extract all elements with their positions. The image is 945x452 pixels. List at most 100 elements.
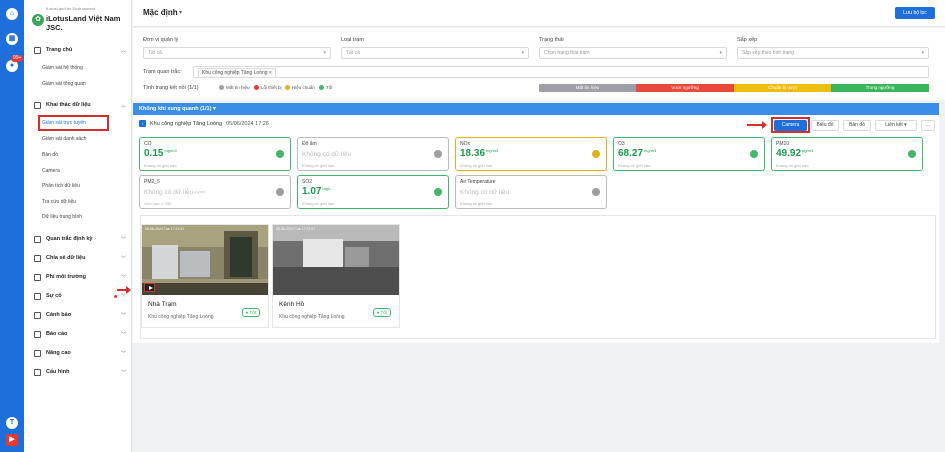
station-name[interactable]: Khu công nghiệp Tăng Loòng: [150, 121, 222, 127]
station-type-label: Loại trạm: [341, 37, 364, 43]
page-header: Mặc định ▾ Lưu bộ lọc: [133, 0, 945, 27]
youtube-icon[interactable]: ▶: [6, 434, 18, 446]
sensor-value: 68.27mg/m3: [618, 148, 657, 159]
station-filter-select[interactable]: Khu công nghiệp Tăng Loòng ×: [193, 66, 929, 78]
camera-card[interactable]: 05-06-2024 Tue 17:21:57 Kênh Hồ Khu công…: [272, 224, 400, 328]
save-filter-button[interactable]: Lưu bộ lọc: [895, 7, 935, 19]
station-filter-label: Trạm quan trắc:: [143, 69, 182, 75]
camera-preview[interactable]: 05-06-2024 Tue 17:21:57: [142, 225, 268, 295]
chevron-down-icon: ﹀: [120, 255, 126, 262]
sensor-limit: Không có giới hạn: [144, 163, 177, 168]
camera-area: 05-06-2024 Tue 17:21:57 Nhà Trạm Khu côn…: [140, 215, 936, 339]
nav-group-fee[interactable]: Phí môi trường ﹀: [34, 272, 126, 282]
user-avatar[interactable]: T: [6, 417, 18, 429]
periodic-icon: [34, 235, 41, 243]
red-dot-icon: [254, 85, 259, 90]
sensor-card[interactable]: O3 68.27mg/m3 Không có giới hạn: [613, 137, 765, 171]
nav-group-periodic[interactable]: Quan trắc định kỳ ﹀: [34, 234, 126, 244]
sensor-value: 49.92µg/m3: [776, 148, 814, 159]
sensor-card[interactable]: Air Temperature Không có dữ liệu Không có …: [455, 175, 607, 209]
share-icon: [34, 254, 41, 262]
left-rail: ⌂ ▦ ● 99+ T ▶: [0, 0, 24, 452]
nav-group-incident[interactable]: Sự cố ﹀: [34, 291, 126, 301]
sensor-name: O3: [618, 141, 625, 147]
panel-header[interactable]: Không khí xung quanh (1/1) ▾: [133, 103, 939, 115]
station-time: 05/06/2024 17:26: [226, 120, 269, 127]
nav-item-list-monitor[interactable]: Giám sát danh sách: [42, 136, 86, 142]
chevron-down-icon: ﹀: [120, 369, 126, 376]
station-row: i Khu công nghiệp Tăng Loòng 05/06/2024 …: [139, 120, 269, 127]
map-button[interactable]: Bản đồ: [843, 120, 871, 131]
highlight-box-camera: [771, 117, 810, 133]
camera-status-badge: ● Tốt: [241, 308, 260, 317]
station-tag[interactable]: Khu công nghiệp Tăng Loòng ×: [198, 68, 276, 78]
nav-group-config[interactable]: Cấu hình ﹀: [34, 367, 126, 377]
sort-select[interactable]: Sắp xếp theo tình trạng ▾: [737, 47, 929, 59]
sensor-card[interactable]: CO 0.15mg/m3 Không có giới hạn: [139, 137, 291, 171]
sensor-unit: µg/m3: [194, 189, 206, 194]
sensor-name: Air Temperature: [460, 179, 496, 185]
sensor-card[interactable]: SO2 1.07mg/L Không có giới hạn: [297, 175, 449, 209]
camera-card[interactable]: 05-06-2024 Tue 17:21:57 Nhà Trạm Khu côn…: [141, 224, 269, 328]
link-button[interactable]: Liên kết ▾: [875, 120, 917, 131]
nav-group-home[interactable]: Trang chủ ︿: [34, 45, 126, 55]
grid-icon[interactable]: ▦: [6, 33, 18, 45]
sensor-limit: Không có giới hạn: [460, 201, 493, 206]
chevron-down-icon: ﹀: [120, 274, 126, 281]
sensor-card[interactable]: PM10 49.92µg/m3 Không có giới hạn: [771, 137, 923, 171]
station-panel: Không khí xung quanh (1/1) ▾ i Khu công …: [133, 103, 939, 343]
status-bar-within-limit: Trong ngưỡng: [831, 84, 929, 92]
nav-group-warning[interactable]: Cảnh báo ﹀: [34, 310, 126, 320]
sensor-value: Không có dữ liệuµg/m3: [144, 189, 206, 196]
nav-group-advanced[interactable]: Nâng cao ﹀: [34, 348, 126, 358]
sensor-card[interactable]: NOx 18.36mg/m3 Không có giới hạn: [455, 137, 607, 171]
brand-subtitle: iLotusLand for Environment: [46, 6, 95, 11]
chevron-down-icon: ﹀: [120, 331, 126, 338]
nav-item-average[interactable]: Dữ liệu trung bình: [42, 214, 82, 220]
nav-item-analysis[interactable]: Phân tích dữ liệu: [42, 183, 80, 189]
notification-badge: 99+: [11, 55, 24, 62]
video-controls: [142, 283, 268, 295]
play-icon[interactable]: [144, 283, 155, 292]
chevron-down-icon: ▾: [719, 50, 722, 56]
chevron-up-icon: ︿: [120, 47, 126, 54]
sensor-value: 18.36mg/m3: [460, 148, 499, 159]
sensor-card[interactable]: Độ ẩm Không có dữ liệu Không có giới hạn: [297, 137, 449, 171]
station-type-select[interactable]: Tất cả ▾: [341, 47, 529, 59]
more-button[interactable]: ...: [921, 120, 935, 131]
red-arrow-icon: [117, 286, 131, 294]
nav-group-data[interactable]: Khai thác dữ liệu ︿: [34, 100, 126, 110]
chevron-down-icon[interactable]: ▾: [179, 9, 182, 16]
chevron-down-icon: ▾: [323, 50, 326, 56]
incident-icon: [34, 292, 41, 300]
camera-title: Kênh Hồ: [279, 301, 305, 308]
nav-item-map[interactable]: Bản đồ: [42, 152, 58, 158]
nav-item-lookup[interactable]: Tra cứu dữ liệu: [42, 199, 76, 205]
nav-item-overview-monitor[interactable]: Giám sát tổng quan: [42, 81, 86, 87]
nav-group-share[interactable]: Chia sẻ dữ liệu ﹀: [34, 253, 126, 263]
gray-dot-icon: [219, 85, 224, 90]
sensor-value: 1.07mg/L: [302, 186, 332, 197]
green-dot-icon: [319, 85, 324, 90]
camera-location: Khu công nghiệp Tăng Loòng: [279, 314, 345, 320]
nav-item-system-monitor[interactable]: Giám sát hệ thống: [42, 65, 83, 71]
management-unit-select[interactable]: Tất cả ▾: [143, 47, 331, 59]
home-icon: [34, 46, 41, 54]
status-bar-lost-signal: Mất tín hiệu: [539, 84, 636, 92]
nav-item-camera[interactable]: Camera: [42, 168, 60, 174]
home-icon[interactable]: ⌂: [6, 8, 18, 20]
data-icon: [34, 101, 41, 109]
status-bar-near-exceed: Chuẩn bị vượt: [734, 84, 831, 92]
chart-button[interactable]: Biểu đồ: [811, 120, 839, 131]
camera-preview[interactable]: 05-06-2024 Tue 17:21:57: [273, 225, 399, 295]
chevron-up-icon: ︿: [120, 102, 126, 109]
chevron-down-icon: ﹀: [120, 236, 126, 243]
status-select[interactable]: Chọn trạng thái trạm ▾: [539, 47, 727, 59]
sensor-card[interactable]: PM2_5 Không có dữ liệuµg/m3 Giới hạn: ≤ 15…: [139, 175, 291, 209]
sort-label: Sắp xếp: [737, 37, 758, 43]
page-title[interactable]: Mặc định: [143, 8, 178, 17]
legend-device-error: Lỗi thiết bị: [254, 85, 282, 90]
camera-status-badge: ● Tốt: [372, 308, 391, 317]
sensor-limit: Không có giới hạn: [302, 201, 335, 206]
nav-group-report[interactable]: Báo cáo ﹀: [34, 329, 126, 339]
